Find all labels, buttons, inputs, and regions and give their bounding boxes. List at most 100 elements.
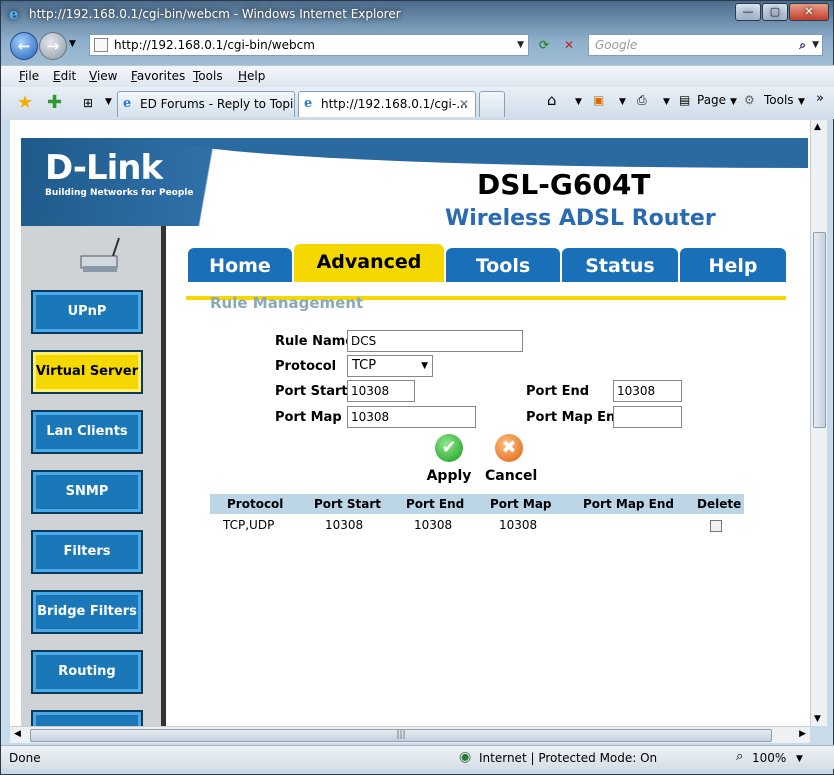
port-map-input[interactable]: 10308: [347, 406, 476, 428]
scroll-down-icon[interactable]: ▼: [814, 714, 821, 724]
tab-help[interactable]: Help: [680, 248, 786, 282]
cancel-label: Cancel: [485, 468, 538, 484]
page-icon: [94, 38, 108, 52]
port-end-input[interactable]: 10308: [613, 380, 682, 402]
delete-checkbox[interactable]: [710, 520, 722, 532]
close-tab-icon[interactable]: ✕: [459, 92, 469, 116]
page-dropdown-icon[interactable]: ▼: [730, 97, 737, 107]
tab-list-dropdown-icon[interactable]: ▼: [105, 97, 112, 107]
new-tab-button[interactable]: [479, 91, 505, 117]
ie-page-icon: e: [304, 96, 313, 111]
header-port-map: Port Map: [490, 497, 552, 511]
history-dropdown-icon[interactable]: ▼: [69, 39, 76, 49]
protocol-label: Protocol: [275, 359, 337, 374]
print-icon[interactable]: ⎙: [637, 93, 647, 108]
forward-button[interactable]: →: [39, 32, 67, 60]
browser-window: e http://192.168.0.1/cgi-bin/webcm - Win…: [0, 0, 834, 775]
address-dropdown-icon[interactable]: ▼: [517, 35, 524, 55]
quick-tabs-icon[interactable]: ⊞: [83, 96, 93, 110]
sidebar-item-more[interactable]: [31, 710, 143, 726]
apply-button[interactable]: ✔ Apply: [426, 434, 472, 484]
tools-dropdown-icon[interactable]: ▼: [798, 97, 805, 107]
gear-icon: ⚙: [744, 93, 755, 107]
model-name: DSL-G604T: [477, 168, 651, 201]
main-content: Home Advanced Tools Status Help Rule Man…: [186, 226, 796, 726]
back-button[interactable]: ←: [10, 32, 38, 60]
scroll-up-icon[interactable]: ▲: [814, 122, 821, 132]
scroll-left-icon[interactable]: ◀: [14, 729, 21, 739]
search-input[interactable]: Google ⌕ ▼: [588, 34, 823, 56]
feeds-dropdown-icon[interactable]: ▼: [619, 97, 626, 107]
port-map-end-input[interactable]: [613, 406, 682, 428]
cancel-x-icon: ✖: [495, 434, 523, 462]
header-curve: [171, 138, 808, 168]
cell-port-start: 10308: [325, 518, 364, 532]
search-dropdown-icon[interactable]: ▼: [812, 35, 819, 55]
address-bar[interactable]: http://192.168.0.1/cgi-bin/webcm ▼: [89, 34, 529, 56]
menu-view[interactable]: View: [89, 69, 117, 83]
home-dropdown-icon[interactable]: ▼: [575, 97, 582, 107]
menu-file[interactable]: File: [19, 69, 39, 83]
menu-edit[interactable]: Edit: [53, 69, 76, 83]
protocol-select[interactable]: TCP ▼: [347, 355, 433, 377]
header-protocol: Protocol: [227, 497, 284, 511]
menu-bar: File Edit View Favorites Tools Help: [1, 65, 834, 87]
menu-favorites[interactable]: Favorites: [131, 69, 185, 83]
tab-ed-forums[interactable]: e ED Forums - Reply to Topic: [117, 91, 295, 117]
status-text: Done: [9, 751, 41, 765]
security-zone[interactable]: Internet | Protected Mode: On: [479, 751, 657, 765]
tab-label: http://192.168.0.1/cgi-...: [321, 97, 468, 111]
sidebar-item-filters[interactable]: Filters: [31, 530, 143, 574]
tab-tools[interactable]: Tools: [446, 248, 560, 282]
port-start-label: Port Start: [275, 384, 348, 399]
refresh-icon[interactable]: ⟳: [534, 35, 554, 55]
maximize-button[interactable]: ▢: [762, 3, 788, 21]
add-favorite-icon[interactable]: ✚: [47, 92, 62, 113]
tab-status[interactable]: Status: [562, 248, 678, 282]
cancel-button[interactable]: ✖ Cancel: [485, 434, 538, 484]
sidebar-item-upnp[interactable]: UPnP: [31, 290, 143, 334]
print-dropdown-icon[interactable]: ▼: [663, 97, 670, 107]
header-port-start: Port Start: [314, 497, 382, 511]
port-start-input[interactable]: 10308: [347, 380, 415, 402]
status-bar: Done ◉ Internet | Protected Mode: On ⌕ 1…: [1, 745, 834, 769]
search-placeholder: Google: [595, 38, 638, 52]
vertical-scrollbar[interactable]: ▲ ▼: [810, 120, 827, 726]
tools-menu[interactable]: Tools: [764, 93, 794, 107]
router-icon: [80, 237, 120, 272]
home-icon[interactable]: ⌂: [547, 91, 557, 109]
ie-page-icon: e: [123, 96, 132, 111]
cell-port-map: 10308: [499, 518, 538, 532]
scroll-right-icon[interactable]: ▶: [799, 729, 806, 739]
dlink-header: D-Link Building Networks for People DSL-…: [21, 138, 808, 231]
close-button[interactable]: ✕: [789, 3, 829, 21]
menu-help[interactable]: Help: [238, 69, 265, 83]
page-viewport: D-Link Building Networks for People DSL-…: [10, 120, 810, 726]
sidebar-item-snmp[interactable]: SNMP: [31, 470, 143, 514]
navigation-bar: ← → ▼ http://192.168.0.1/cgi-bin/webcm ▼…: [1, 31, 834, 63]
sidebar-item-virtual-server[interactable]: Virtual Server: [31, 350, 143, 394]
tab-home[interactable]: Home: [188, 248, 292, 282]
tab-router[interactable]: e http://192.168.0.1/cgi-... ✕: [298, 91, 476, 117]
page-menu[interactable]: Page: [697, 93, 726, 107]
horizontal-scroll-thumb[interactable]: |||: [30, 729, 772, 742]
search-icon[interactable]: ⌕: [799, 35, 806, 55]
rule-name-input[interactable]: DCS: [347, 330, 523, 352]
minimize-button[interactable]: —: [735, 3, 761, 21]
vertical-scroll-thumb[interactable]: [813, 232, 826, 428]
zoom-icon: ⌕: [736, 749, 744, 764]
menu-tools[interactable]: Tools: [193, 69, 223, 83]
favorites-star-icon[interactable]: ★: [17, 92, 33, 113]
sidebar-item-routing[interactable]: Routing: [31, 650, 143, 694]
tab-advanced[interactable]: Advanced: [294, 244, 444, 282]
feeds-icon[interactable]: ▣: [593, 93, 604, 107]
zoom-level[interactable]: 100%: [752, 751, 786, 765]
zoom-dropdown-icon[interactable]: ▼: [796, 754, 803, 764]
toolbar-overflow-icon[interactable]: »: [816, 91, 824, 106]
stop-icon[interactable]: ✕: [559, 35, 579, 55]
sidebar-item-lan-clients[interactable]: Lan Clients: [31, 410, 143, 454]
horizontal-scrollbar[interactable]: ◀ ||| ▶: [10, 726, 810, 743]
dlink-tagline: Building Networks for People: [45, 188, 194, 198]
sidebar-item-bridge-filters[interactable]: Bridge Filters: [31, 590, 143, 634]
chevron-down-icon: ▼: [421, 361, 428, 371]
